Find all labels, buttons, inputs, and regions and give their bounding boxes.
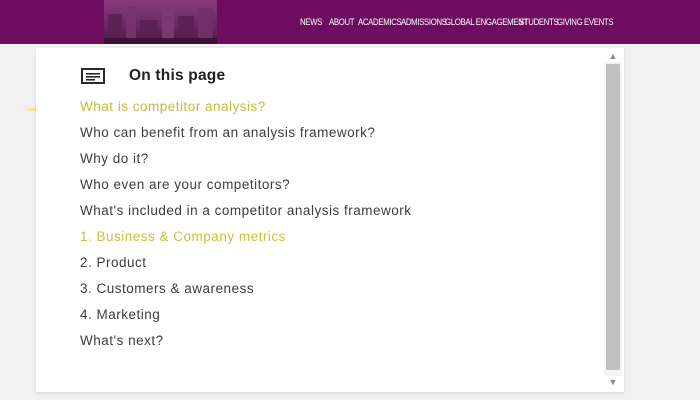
scroll-thumb[interactable] [606, 64, 620, 370]
toc-link-who-can-benefit[interactable]: Who can benefit from an analysis framewo… [80, 126, 550, 140]
toc-list: What is competitor analysis? Who can ben… [80, 100, 550, 360]
toc-link-who-are-competitors[interactable]: Who even are your competitors? [80, 178, 550, 192]
toc-link-whats-included[interactable]: What's included in a competitor analysis… [80, 204, 550, 218]
toc-title: On this page [129, 67, 226, 84]
toc-link-marketing[interactable]: 4. Marketing [80, 308, 550, 322]
list-icon [81, 68, 105, 84]
vertical-scrollbar[interactable]: ▲ ▼ [604, 50, 622, 388]
toc-link-product[interactable]: 2. Product [80, 256, 550, 270]
toc-link-what-is-competitor-analysis[interactable]: What is competitor analysis? [80, 100, 550, 114]
nav-link-students[interactable]: STUDENTS [519, 17, 559, 28]
nav-link-events[interactable]: EVENTS [584, 17, 614, 28]
nav-link-news[interactable]: NEWS [300, 17, 322, 28]
ground-shape [104, 38, 217, 44]
scroll-up-arrow-icon[interactable]: ▲ [604, 50, 622, 62]
table-of-contents-panel: On this page What is competitor analysis… [36, 48, 624, 392]
campus-skyline-image[interactable] [104, 0, 217, 44]
toc-link-business-company-metrics[interactable]: 1. Business & Company metrics [80, 230, 550, 244]
nav-link-academics[interactable]: ACADEMICS [358, 17, 402, 28]
scroll-down-arrow-icon[interactable]: ▼ [604, 376, 622, 388]
nav-link-about[interactable]: ABOUT [329, 17, 355, 28]
nav-link-admissions[interactable]: ADMISSIONS [401, 17, 447, 28]
toc-header: On this page [81, 67, 225, 85]
toc-link-why-do-it[interactable]: Why do it? [80, 152, 550, 166]
nav-link-giving[interactable]: GIVING [557, 17, 583, 28]
toc-link-whats-next[interactable]: What's next? [80, 334, 550, 348]
top-navigation-bar: NEWS ABOUT ACADEMICS ADMISSIONS GLOBAL E… [0, 0, 700, 44]
toc-link-customers-awareness[interactable]: 3. Customers & awareness [80, 282, 550, 296]
nav-link-global-engagement[interactable]: GLOBAL ENGAGEMENT [445, 17, 528, 28]
main-nav: NEWS ABOUT ACADEMICS ADMISSIONS GLOBAL E… [300, 0, 614, 44]
